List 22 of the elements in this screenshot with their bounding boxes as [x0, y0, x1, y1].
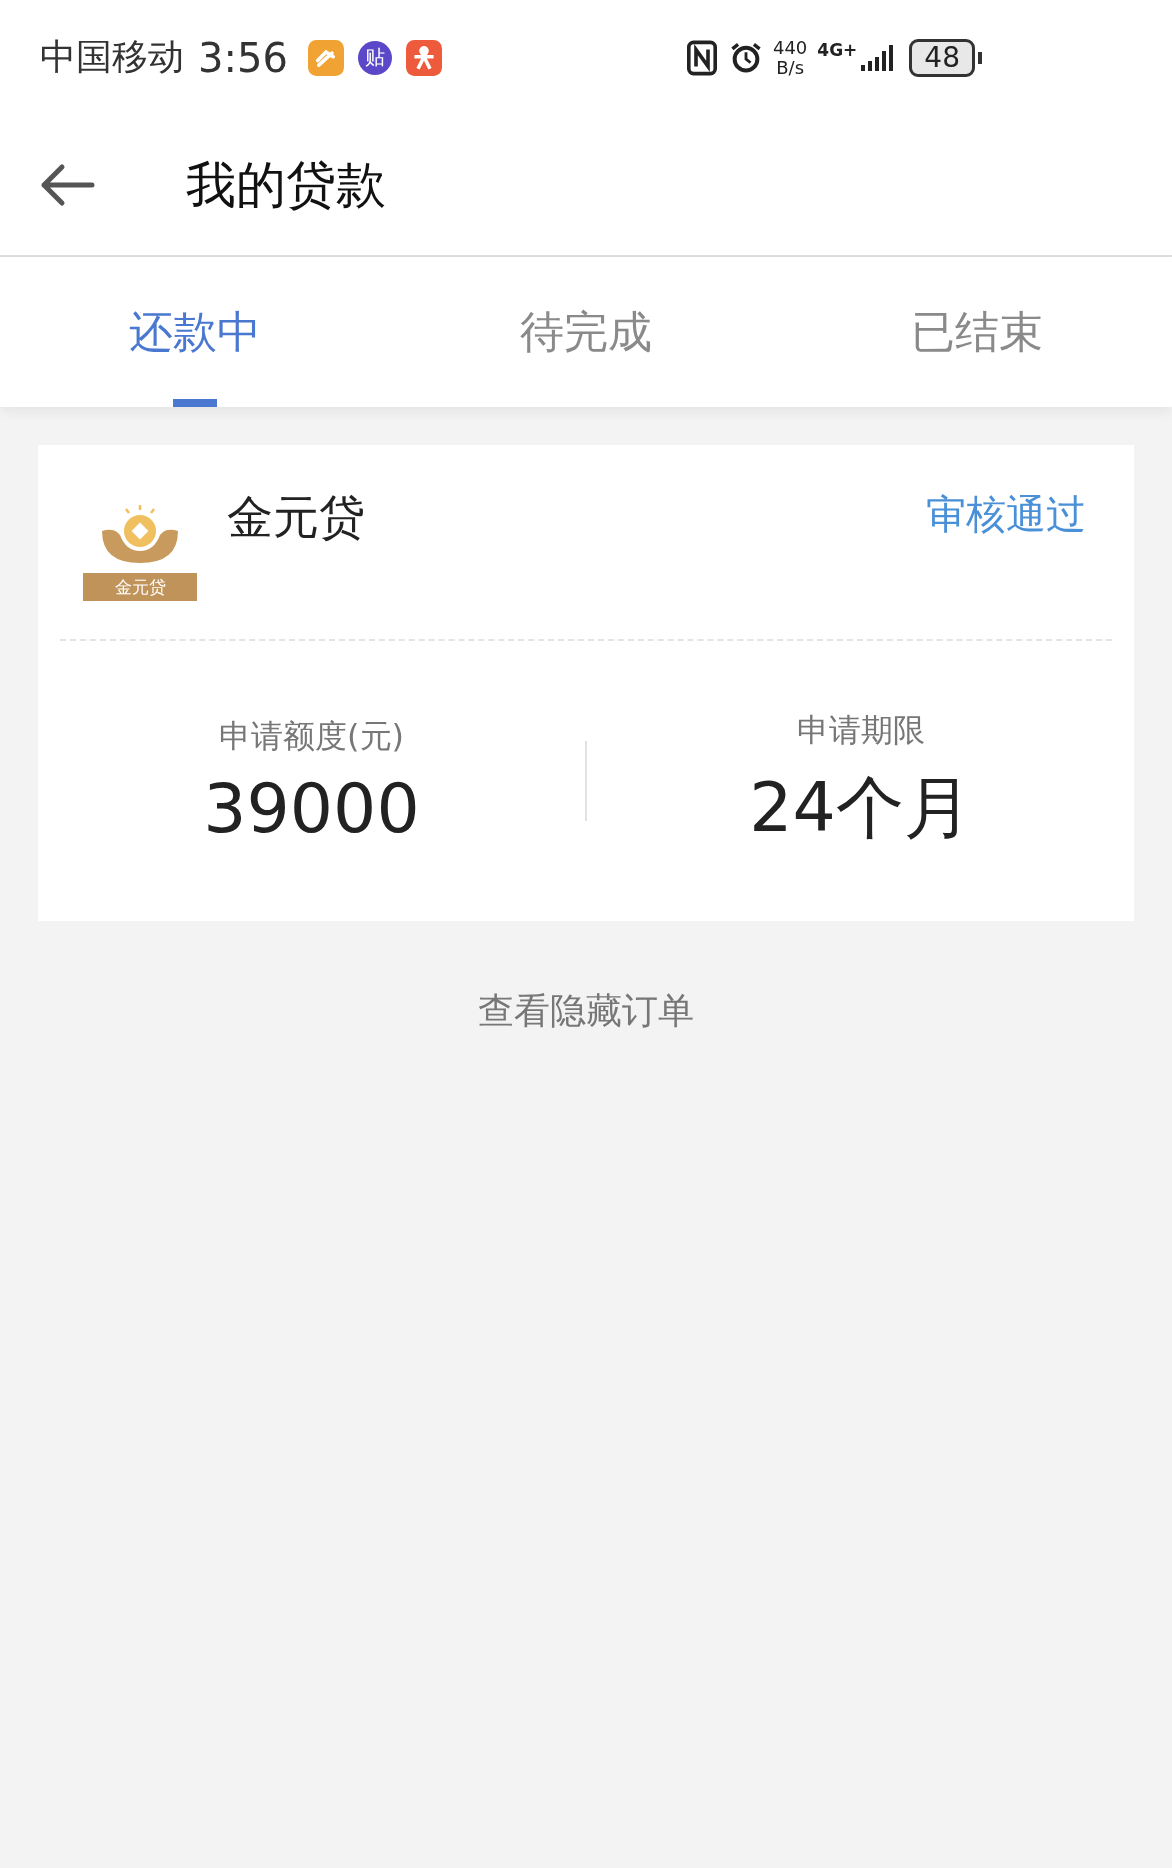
lender-name: 金元贷: [227, 489, 366, 546]
hidden-orders-link[interactable]: 查看隐藏订单: [478, 987, 694, 1036]
carrier-name: 中国移动: [40, 35, 184, 79]
network-type: 4G+: [817, 39, 858, 60]
app-badge-icon: 贴: [357, 40, 392, 75]
tab[interactable]: 还款中: [0, 257, 391, 407]
page-title: 我的贷款: [186, 154, 386, 216]
term-label: 申请期限: [796, 709, 925, 751]
net-speed: 440: [772, 37, 808, 58]
net-speed-unit: B/s: [776, 57, 805, 78]
loan-card[interactable]: 金元贷 金元贷 审核通过 申请额度(元) 39000 申请期限 24个月: [38, 445, 1134, 921]
loan-status: 审核通过: [926, 490, 1086, 539]
nfc-icon: [684, 39, 719, 76]
clock-time: 3:56: [198, 34, 288, 81]
tab[interactable]: 已结束: [781, 257, 1172, 407]
term-value: 24个月: [749, 766, 972, 849]
amount-value: 39000: [203, 768, 420, 848]
amount-label: 申请额度(元): [219, 715, 404, 757]
tab[interactable]: 待完成: [390, 257, 782, 407]
logo-caption: 金元贷: [83, 573, 197, 601]
battery-level: 48: [909, 38, 975, 77]
app-person-icon: [405, 39, 442, 76]
